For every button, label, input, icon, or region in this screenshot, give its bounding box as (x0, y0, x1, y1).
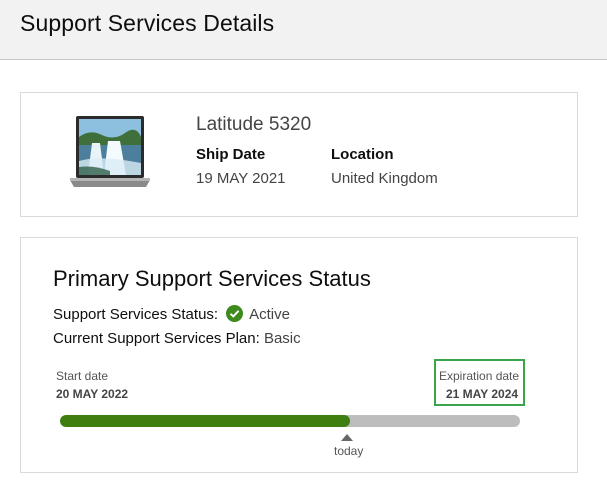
support-status-row: Support Services Status: Active (53, 305, 290, 323)
location-value: United Kingdom (331, 170, 438, 187)
support-status-value: Active (249, 306, 290, 323)
page-header: Support Services Details (0, 0, 607, 60)
support-plan-value: Basic (263, 330, 301, 347)
expiration-date-value: 21 MAY 2024 (446, 387, 519, 401)
product-name: Latitude 5320 (196, 114, 312, 135)
today-label: today (334, 444, 364, 458)
today-marker-icon (341, 434, 353, 441)
support-progress-fill (60, 415, 350, 427)
page-title: Support Services Details (20, 10, 275, 36)
status-card: Primary Support Services Status Support … (20, 237, 578, 473)
check-circle-icon (226, 305, 244, 322)
support-plan-label: Current Support Services Plan: (53, 330, 260, 347)
location-label: Location (331, 146, 394, 163)
status-title: Primary Support Services Status (53, 266, 371, 291)
laptop-image (70, 116, 150, 187)
support-progress-bar (60, 415, 520, 427)
expiration-date-label: Expiration date (439, 369, 520, 383)
ship-date-value: 19 MAY 2021 (196, 170, 286, 187)
support-plan-row: Current Support Services Plan: Basic (53, 330, 301, 347)
start-date-label: Start date (56, 369, 109, 383)
start-date-value: 20 MAY 2022 (56, 387, 129, 401)
ship-date-label: Ship Date (196, 146, 266, 163)
support-status-label: Support Services Status: (53, 306, 219, 323)
product-card: Latitude 5320 Ship Date 19 MAY 2021 Loca… (20, 92, 578, 217)
